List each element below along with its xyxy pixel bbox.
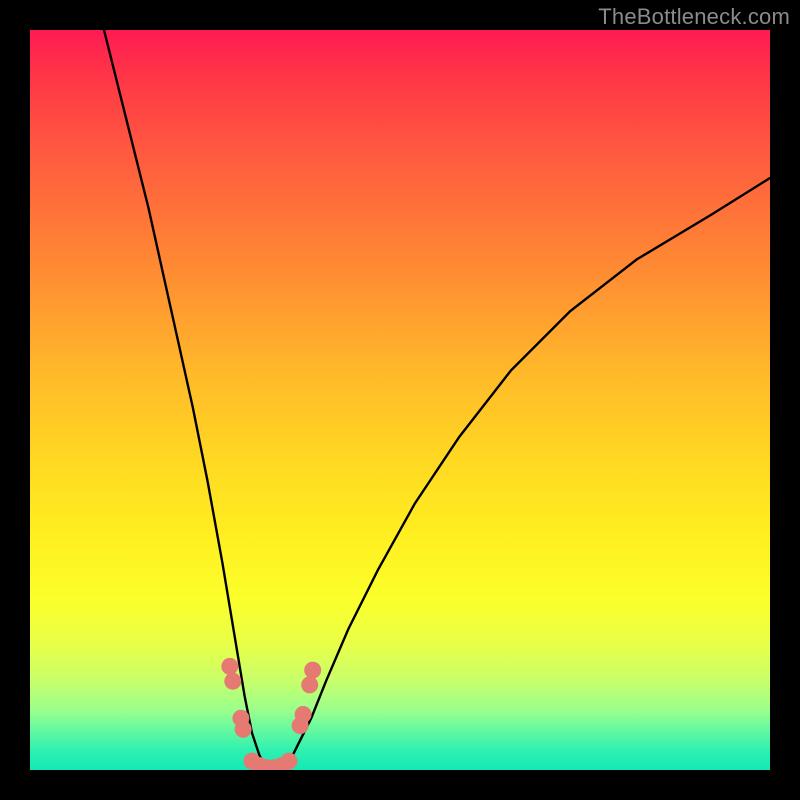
curve-marker xyxy=(273,757,290,770)
watermark-text: TheBottleneck.com xyxy=(598,4,790,30)
curve-marker xyxy=(295,706,312,723)
curve-marker xyxy=(301,676,318,693)
chart-frame: TheBottleneck.com xyxy=(0,0,800,800)
curve-marker xyxy=(266,759,283,770)
chart-svg xyxy=(30,30,770,770)
curve-marker xyxy=(244,753,261,770)
curve-marker xyxy=(258,759,275,770)
chart-plot-area xyxy=(30,30,770,770)
bottleneck-curve xyxy=(104,30,770,770)
curve-marker xyxy=(235,721,252,738)
curve-markers xyxy=(221,658,321,770)
curve-marker xyxy=(224,673,241,690)
curve-marker xyxy=(292,717,309,734)
curve-marker xyxy=(221,658,238,675)
curve-marker xyxy=(304,662,321,679)
curve-marker xyxy=(251,757,268,770)
curve-marker xyxy=(232,710,249,727)
curve-marker xyxy=(281,753,298,770)
